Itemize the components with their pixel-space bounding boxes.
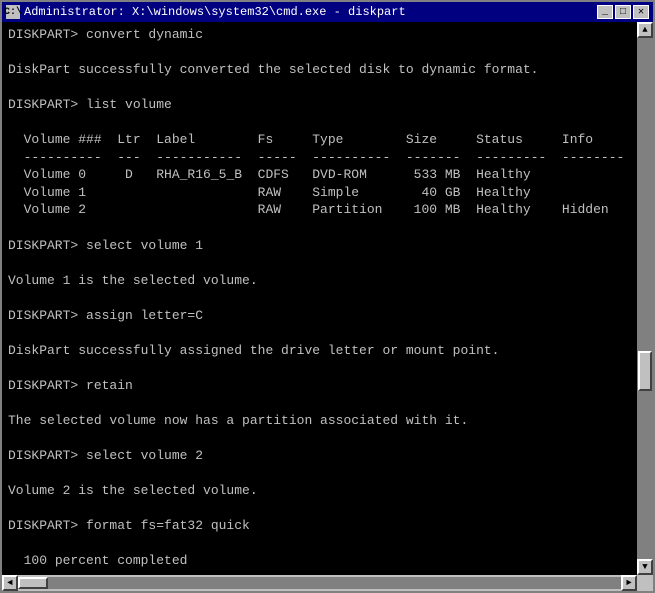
scrollbar-h-track[interactable]	[18, 577, 621, 589]
window-frame: C:\ Administrator: X:\windows\system32\c…	[0, 0, 655, 593]
scroll-right-button[interactable]: ►	[621, 575, 637, 591]
title-bar: C:\ Administrator: X:\windows\system32\c…	[2, 2, 653, 22]
maximize-button[interactable]: □	[615, 5, 631, 19]
scrollbar-corner	[637, 575, 653, 591]
minimize-button[interactable]: _	[597, 5, 613, 19]
scrollbar-area: DISKPART> convert dynamic DiskPart succe…	[2, 22, 653, 575]
console-output[interactable]: DISKPART> convert dynamic DiskPart succe…	[2, 22, 637, 575]
console-text: DISKPART> convert dynamic DiskPart succe…	[8, 26, 631, 575]
vertical-scrollbar[interactable]: ▲ ▼	[637, 22, 653, 575]
scroll-up-button[interactable]: ▲	[637, 22, 653, 38]
window-title: Administrator: X:\windows\system32\cmd.e…	[24, 5, 406, 19]
scrollbar-v-thumb[interactable]	[638, 351, 652, 391]
scrollbar-h-thumb[interactable]	[18, 577, 48, 589]
title-buttons: _ □ ✕	[597, 5, 649, 19]
scroll-left-button[interactable]: ◄	[2, 575, 18, 591]
scrollbar-v-track[interactable]	[637, 38, 653, 559]
close-button[interactable]: ✕	[633, 5, 649, 19]
title-bar-left: C:\ Administrator: X:\windows\system32\c…	[6, 5, 406, 19]
cmd-icon: C:\	[6, 5, 20, 19]
scroll-down-button[interactable]: ▼	[637, 559, 653, 575]
bottom-bar: ◄ ►	[2, 575, 653, 591]
